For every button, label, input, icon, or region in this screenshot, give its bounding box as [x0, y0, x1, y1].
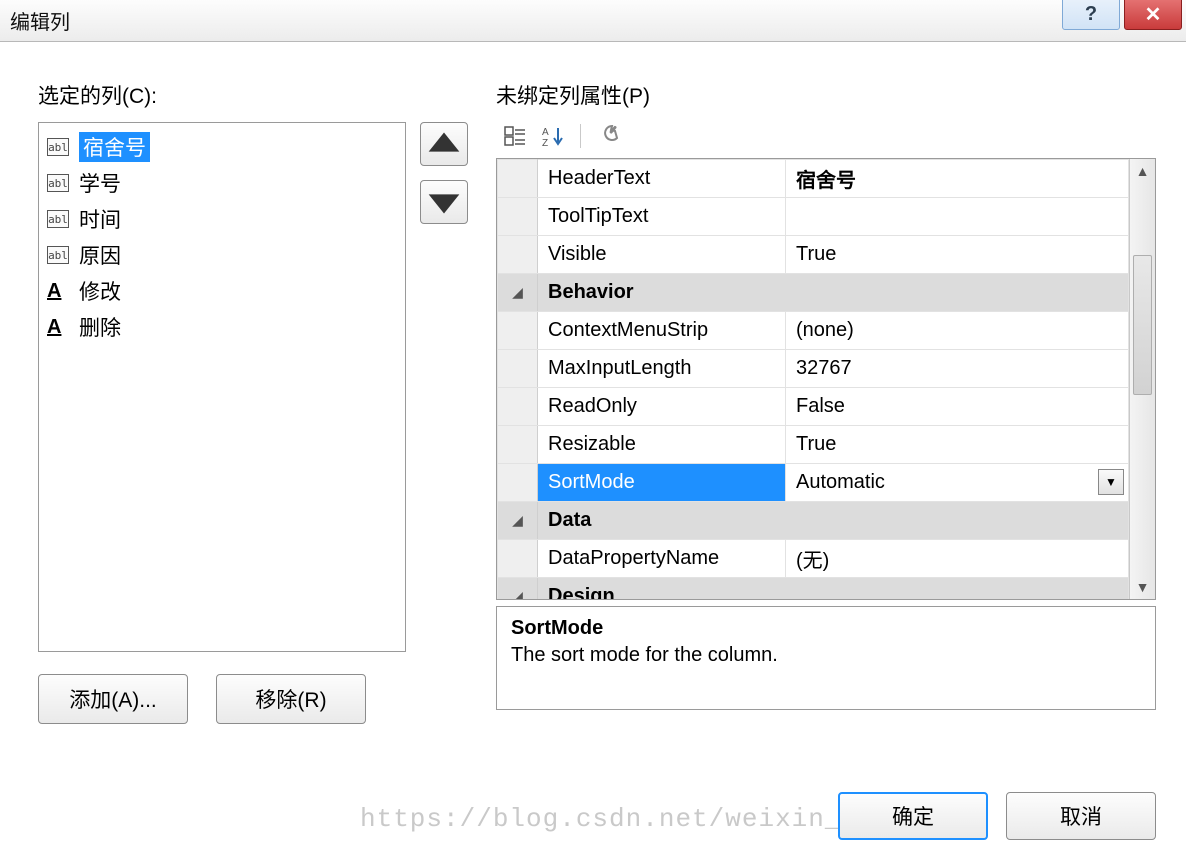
- property-row[interactable]: ◢Design: [498, 578, 1129, 600]
- property-row-gutter: [498, 464, 538, 502]
- property-row[interactable]: ◢Behavior: [498, 274, 1129, 312]
- property-row[interactable]: SortModeAutomatic▼: [498, 464, 1129, 502]
- property-row-gutter: [498, 160, 538, 198]
- property-value[interactable]: 32767: [786, 350, 1129, 388]
- property-value[interactable]: True: [786, 426, 1129, 464]
- scroll-thumb[interactable]: [1133, 255, 1152, 395]
- property-row[interactable]: MaxInputLength32767: [498, 350, 1129, 388]
- property-row-gutter: [498, 426, 538, 464]
- property-value[interactable]: (无): [786, 540, 1129, 578]
- list-item-label: 时间: [79, 204, 121, 234]
- list-item-label: 删除: [79, 312, 121, 342]
- property-pages-icon[interactable]: [593, 122, 623, 150]
- property-value[interactable]: [786, 198, 1129, 236]
- property-row-gutter: [498, 350, 538, 388]
- properties-label: 未绑定列属性(P): [496, 80, 1156, 110]
- property-row-gutter: [498, 198, 538, 236]
- property-row[interactable]: ToolTipText: [498, 198, 1129, 236]
- list-item-label: 原因: [79, 240, 121, 270]
- property-description-pane: SortMode The sort mode for the column.: [496, 606, 1156, 710]
- property-name[interactable]: Visible: [538, 236, 786, 274]
- help-button[interactable]: ?: [1062, 0, 1120, 30]
- property-grid[interactable]: HeaderText宿舍号ToolTipTextVisibleTrue◢Beha…: [497, 159, 1129, 599]
- svg-text:Z: Z: [542, 138, 548, 148]
- svg-text:A: A: [542, 127, 549, 138]
- categorized-icon[interactable]: [500, 122, 530, 150]
- list-item-label: 修改: [79, 276, 121, 306]
- columns-listbox[interactable]: abl 宿舍号 abl 学号 abl 时间 abl 原因 A 修改 A 删除: [38, 122, 406, 652]
- list-item-label: 宿舍号: [79, 132, 150, 162]
- list-item-label: 学号: [79, 168, 121, 198]
- property-value[interactable]: False: [786, 388, 1129, 426]
- alphabetical-icon[interactable]: AZ: [538, 122, 568, 150]
- property-value[interactable]: True: [786, 236, 1129, 274]
- property-name[interactable]: ContextMenuStrip: [538, 312, 786, 350]
- property-description-text: The sort mode for the column.: [511, 644, 1141, 667]
- link-column-icon: A: [47, 316, 69, 339]
- selected-columns-label: 选定的列(C):: [38, 80, 468, 110]
- list-item[interactable]: A 删除: [43, 309, 401, 345]
- property-row[interactable]: ContextMenuStrip(none): [498, 312, 1129, 350]
- list-item[interactable]: A 修改: [43, 273, 401, 309]
- property-row-gutter: [498, 312, 538, 350]
- property-row[interactable]: ◢Data: [498, 502, 1129, 540]
- category-expander-icon[interactable]: ◢: [498, 274, 538, 312]
- property-name[interactable]: ToolTipText: [538, 198, 786, 236]
- category-expander-icon[interactable]: ◢: [498, 502, 538, 540]
- property-name[interactable]: HeaderText: [538, 160, 786, 198]
- list-item[interactable]: abl 宿舍号: [43, 129, 401, 165]
- category-expander-icon[interactable]: ◢: [498, 578, 538, 600]
- cancel-button[interactable]: 取消: [1006, 792, 1156, 840]
- property-value[interactable]: (none): [786, 312, 1129, 350]
- property-category[interactable]: Design: [538, 578, 1129, 600]
- window-title: 编辑列: [10, 6, 70, 35]
- close-button[interactable]: ✕: [1124, 0, 1182, 30]
- list-item[interactable]: abl 时间: [43, 201, 401, 237]
- property-value[interactable]: 宿舍号: [786, 160, 1129, 198]
- remove-button[interactable]: 移除(R): [216, 674, 366, 724]
- propertygrid-toolbar: AZ: [496, 122, 1156, 150]
- add-button[interactable]: 添加(A)...: [38, 674, 188, 724]
- textbox-column-icon: abl: [47, 138, 69, 156]
- ok-button[interactable]: 确定: [838, 792, 988, 840]
- property-row-gutter: [498, 236, 538, 274]
- list-item[interactable]: abl 原因: [43, 237, 401, 273]
- property-category[interactable]: Data: [538, 502, 1129, 540]
- property-row[interactable]: DataPropertyName(无): [498, 540, 1129, 578]
- scroll-up-icon[interactable]: ▲: [1130, 159, 1155, 183]
- property-name[interactable]: SortMode: [538, 464, 786, 502]
- scroll-down-icon[interactable]: ▼: [1130, 575, 1155, 599]
- link-column-icon: A: [47, 280, 69, 303]
- property-category[interactable]: Behavior: [538, 274, 1129, 312]
- property-row-gutter: [498, 388, 538, 426]
- property-row[interactable]: VisibleTrue: [498, 236, 1129, 274]
- move-down-button[interactable]: [420, 180, 468, 224]
- property-name[interactable]: MaxInputLength: [538, 350, 786, 388]
- property-name[interactable]: ReadOnly: [538, 388, 786, 426]
- property-name[interactable]: Resizable: [538, 426, 786, 464]
- property-row[interactable]: ResizableTrue: [498, 426, 1129, 464]
- textbox-column-icon: abl: [47, 210, 69, 228]
- property-row[interactable]: HeaderText宿舍号: [498, 160, 1129, 198]
- property-row-gutter: [498, 540, 538, 578]
- property-description-title: SortMode: [511, 617, 1141, 640]
- titlebar: 编辑列 ? ✕: [0, 0, 1186, 42]
- textbox-column-icon: abl: [47, 246, 69, 264]
- property-value[interactable]: Automatic▼: [786, 464, 1129, 502]
- textbox-column-icon: abl: [47, 174, 69, 192]
- list-item[interactable]: abl 学号: [43, 165, 401, 201]
- property-name[interactable]: DataPropertyName: [538, 540, 786, 578]
- property-row[interactable]: ReadOnlyFalse: [498, 388, 1129, 426]
- dropdown-caret-icon[interactable]: ▼: [1098, 469, 1124, 495]
- propertygrid-scrollbar[interactable]: ▲ ▼: [1129, 159, 1155, 599]
- move-up-button[interactable]: [420, 122, 468, 166]
